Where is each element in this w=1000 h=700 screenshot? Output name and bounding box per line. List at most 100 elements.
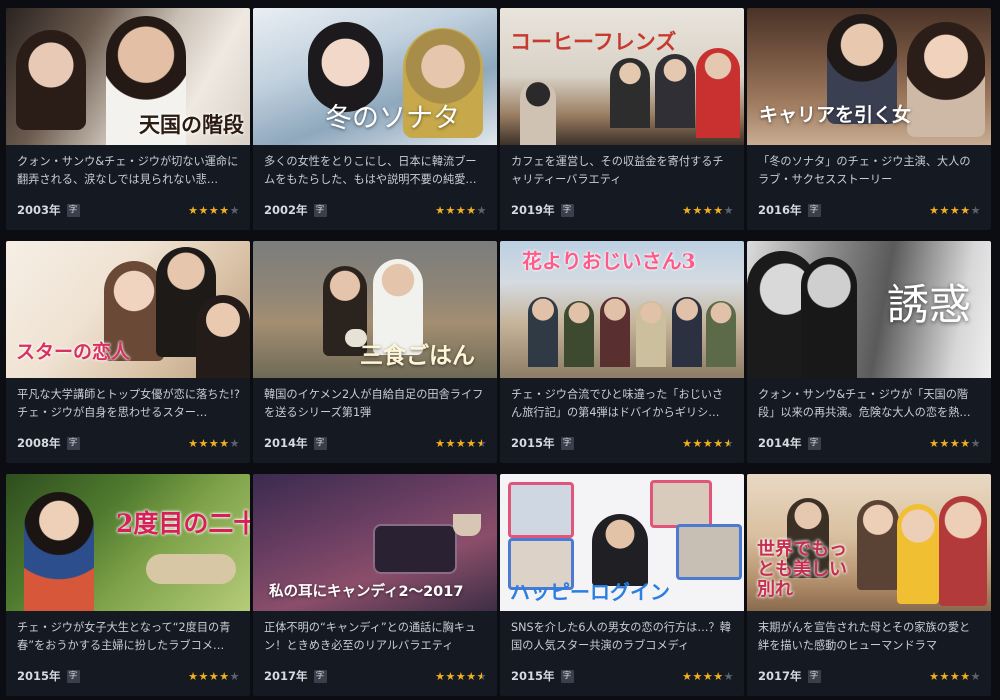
star-filled-icon: ★ xyxy=(929,669,940,683)
subtitle-badge: 字 xyxy=(560,669,574,683)
card-meta: 2019年 字 ★★★★★ xyxy=(511,202,734,218)
star-half-icon: ★ xyxy=(476,669,487,683)
release-year: 2002年 xyxy=(264,203,308,217)
thumbnail-title: コーヒーフレンズ xyxy=(510,29,677,54)
subtitle-badge: 字 xyxy=(66,669,80,683)
description: 韓国のイケメン2人が自給自足の田舎ライフを送るシリーズ第1弾 xyxy=(264,388,484,419)
thumbnail[interactable]: 花よりおじいさん3 xyxy=(500,241,744,378)
star-filled-icon: ★ xyxy=(188,203,199,217)
description: クォン・サンウ&チェ・ジウが切ない運命に翻弄される、涙なしでは見られない悲… xyxy=(17,155,239,186)
person-figure xyxy=(636,301,666,367)
thumbnail[interactable]: 天国の階段 xyxy=(6,8,250,145)
star-filled-icon: ★ xyxy=(713,203,724,217)
thumbnail-title: 冬のソナタ xyxy=(325,103,460,134)
star-filled-icon: ★ xyxy=(188,436,199,450)
description: 多くの女性をとりこにし、日本に韓流ブームをもたらした、もはや説明不要の純愛… xyxy=(264,155,477,186)
thumbnail-title: 誘惑 xyxy=(887,280,972,329)
description: クォン・サンウ&チェ・ジウが「天国の階段」以来の再共演。危険な大人の恋を熱… xyxy=(758,388,971,419)
title-card[interactable]: 世界でもっとも美しい別れ 末期がんを宣告された母とその家族の愛と絆を描いた感動の… xyxy=(747,474,991,696)
star-filled-icon: ★ xyxy=(188,669,199,683)
title-card[interactable]: 天国の階段 クォン・サンウ&チェ・ジウが切ない運命に翻弄される、涙なしでは見られ… xyxy=(6,8,250,230)
title-card[interactable]: 2度目の二十歳 チェ・ジウが女子大生となって“2度目の青春”をおうかする主婦に扮… xyxy=(6,474,250,696)
person-figure xyxy=(520,80,556,145)
title-card[interactable]: ハッピーログイン SNSを介した6人の男女の恋の行方は…？韓国の人気スター共演の… xyxy=(500,474,744,696)
star-rating: ★★★★★ xyxy=(929,204,981,217)
star-filled-icon: ★ xyxy=(949,203,961,217)
card-meta: 2008年 字 ★★★★★ xyxy=(17,435,240,451)
thumbnail[interactable]: 私の耳にキャンディ2〜2017 xyxy=(253,474,497,611)
thumbnail[interactable]: 三食ごはん xyxy=(253,241,497,378)
release-year: 2015年 xyxy=(511,436,555,450)
title-card[interactable]: 誘惑 クォン・サンウ&チェ・ジウが「天国の階段」以来の再共演。危険な大人の恋を熱… xyxy=(747,241,991,463)
subtitle-badge: 字 xyxy=(66,436,80,450)
star-empty-icon: ★ xyxy=(723,669,734,683)
actress-figure xyxy=(24,492,94,611)
title-card[interactable]: キャリアを引く女 「冬のソナタ」のチェ・ジウ主演、大人のラブ・サクセスストーリー… xyxy=(747,8,991,230)
description: 正体不明の“キャンディ”との通話に胸キュン！ときめき必至のリアルバラエティ xyxy=(264,621,477,652)
star-filled-icon: ★ xyxy=(939,436,950,450)
thumbnail[interactable]: 2度目の二十歳 xyxy=(6,474,250,611)
person-figure xyxy=(600,297,630,367)
subtitle-badge: 字 xyxy=(313,669,327,683)
star-half-icon: ★ xyxy=(476,436,487,450)
phone-figure xyxy=(373,524,457,574)
star-filled-icon: ★ xyxy=(466,436,477,450)
star-rating: ★★★★★ xyxy=(682,204,734,217)
star-filled-icon: ★ xyxy=(435,436,446,450)
description: チェ・ジウが女子大生となって“2度目の青春”をおうかする主婦に扮したラブコメ… xyxy=(17,621,231,652)
star-rating: ★★★★★ xyxy=(435,204,487,217)
thumbnail[interactable]: ハッピーログイン xyxy=(500,474,744,611)
description: 末期がんを宣告された母とその家族の愛と絆を描いた感動のヒューマンドラマ xyxy=(758,621,971,652)
title-card[interactable]: スターの恋人 平凡な大学講師とトップ女優が恋に落ちた!?チェ・ジウが自身を思わせ… xyxy=(6,241,250,463)
star-filled-icon: ★ xyxy=(702,436,714,450)
actress-figure xyxy=(907,22,985,137)
star-filled-icon: ★ xyxy=(208,436,220,450)
title-card[interactable]: 冬のソナタ 多くの女性をとりこにし、日本に韓流ブームをもたらした、もはや説明不要… xyxy=(253,8,497,230)
release-year: 2003年 xyxy=(17,203,61,217)
subtitle-badge: 字 xyxy=(560,436,574,450)
thumbnail[interactable]: キャリアを引く女 xyxy=(747,8,991,145)
thumbnail[interactable]: 世界でもっとも美しい別れ xyxy=(747,474,991,611)
star-filled-icon: ★ xyxy=(960,203,971,217)
star-filled-icon: ★ xyxy=(682,669,693,683)
subtitle-badge: 字 xyxy=(313,436,327,450)
person-figure xyxy=(857,500,899,590)
star-filled-icon: ★ xyxy=(208,203,220,217)
person-figure xyxy=(939,496,987,606)
person-figure xyxy=(528,297,558,367)
star-empty-icon: ★ xyxy=(723,203,734,217)
description: カフェを運営し、その収益金を寄付するチャリティーバラエティ xyxy=(511,155,724,186)
title-card[interactable]: 三食ごはん 韓国のイケメン2人が自給自足の田舎ライフを送るシリーズ第1弾 201… xyxy=(253,241,497,463)
star-filled-icon: ★ xyxy=(939,203,950,217)
star-empty-icon: ★ xyxy=(970,203,981,217)
card-meta: 2014年 字 ★★★★★ xyxy=(758,435,981,451)
description: SNSを介した6人の男女の恋の行方は…？韓国の人気スター共演のラブコメディ xyxy=(511,621,731,652)
decoration xyxy=(146,554,236,584)
star-filled-icon: ★ xyxy=(208,669,220,683)
star-rating: ★★★★★ xyxy=(188,670,240,683)
thumbnail-title: 2度目の二十歳 xyxy=(116,509,250,538)
subtitle-badge: 字 xyxy=(807,203,821,217)
person-figure xyxy=(655,54,695,128)
release-year: 2017年 xyxy=(758,669,802,683)
subtitle-badge: 字 xyxy=(313,203,327,217)
thumbnail[interactable]: コーヒーフレンズ xyxy=(500,8,744,145)
title-card[interactable]: 私の耳にキャンディ2〜2017 正体不明の“キャンディ”との通話に胸キュン！とき… xyxy=(253,474,497,696)
title-card[interactable]: コーヒーフレンズ カフェを運営し、その収益金を寄付するチャリティーバラエティ 2… xyxy=(500,8,744,230)
thumbnail[interactable]: 冬のソナタ xyxy=(253,8,497,145)
card-meta: 2017年 字 ★★★★★ xyxy=(264,668,487,684)
description: 平凡な大学講師とトップ女優が恋に落ちた!?チェ・ジウが自身を思わせるスター… xyxy=(17,388,240,419)
thumbnail[interactable]: スターの恋人 xyxy=(6,241,250,378)
person-figure xyxy=(696,48,740,138)
star-filled-icon: ★ xyxy=(960,436,971,450)
title-card[interactable]: 花よりおじいさん3 チェ・ジウ合流でひと味違った「おじいさん旅行記」の第4弾はド… xyxy=(500,241,744,463)
person-figure xyxy=(564,301,594,367)
card-meta: 2017年 字 ★★★★★ xyxy=(758,668,981,684)
star-half-icon: ★ xyxy=(723,436,734,450)
release-year: 2014年 xyxy=(758,436,802,450)
thumbnail-title: ハッピーログイン xyxy=(510,580,670,604)
photo-frame xyxy=(508,482,574,538)
thumbnail[interactable]: 誘惑 xyxy=(747,241,991,378)
star-rating: ★★★★★ xyxy=(682,437,734,450)
thumbnail-title: 世界でもっとも美しい別れ xyxy=(757,539,847,600)
